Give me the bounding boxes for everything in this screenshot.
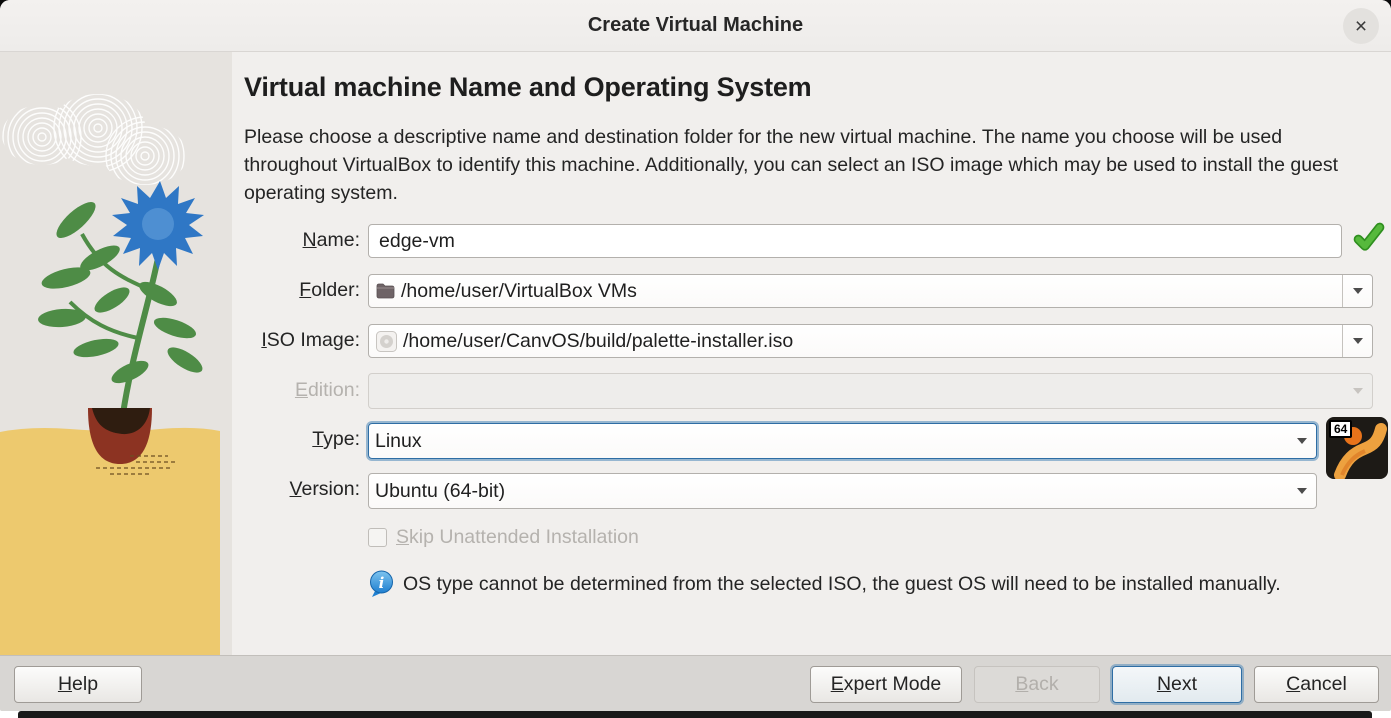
chevron-down-icon	[1297, 438, 1307, 444]
edition-label: Edition:	[240, 379, 360, 402]
info-message-row: i OS type cannot be determined from the …	[368, 570, 1318, 598]
version-value: Ubuntu (64-bit)	[369, 480, 1288, 503]
64bit-badge: 64	[1329, 420, 1352, 438]
folder-icon	[376, 283, 395, 299]
type-combobox[interactable]: Linux	[368, 423, 1317, 459]
type-label: Type:	[240, 428, 360, 451]
info-icon: i	[368, 570, 395, 598]
iso-dropdown-button[interactable]	[1342, 325, 1372, 357]
page-title: Virtual machine Name and Operating Syste…	[244, 72, 812, 103]
cancel-button[interactable]: Cancel	[1254, 666, 1379, 703]
folder-dropdown-button[interactable]	[1342, 275, 1372, 307]
back-button: Back	[974, 666, 1100, 703]
version-label: Version:	[240, 478, 360, 501]
folder-combobox[interactable]: /home/user/VirtualBox VMs	[368, 274, 1373, 308]
skip-unattended-label: Skip Unattended Installation	[396, 526, 639, 549]
chevron-down-icon	[1353, 288, 1363, 294]
iso-label: ISO Image:	[240, 329, 360, 352]
disc-icon	[376, 331, 397, 352]
backdrop-window-edge	[18, 711, 1372, 718]
iso-combobox[interactable]: /home/user/CanvOS/build/palette-installe…	[368, 324, 1373, 358]
close-button[interactable]: ×	[1343, 8, 1379, 44]
os-type-icon: 64	[1326, 417, 1388, 479]
plant-illustration	[0, 52, 232, 655]
skip-unattended-checkbox	[368, 528, 387, 547]
dialog-button-bar: Help Expert Mode Back Next Cancel	[0, 655, 1391, 711]
chevron-down-icon	[1353, 338, 1363, 344]
skip-unattended-row: Skip Unattended Installation	[368, 526, 639, 549]
title-bar: Create Virtual Machine ×	[0, 0, 1391, 52]
chevron-down-icon	[1297, 488, 1307, 494]
close-icon: ×	[1355, 16, 1367, 37]
type-dropdown-button[interactable]	[1288, 438, 1316, 444]
folder-label: Folder:	[240, 279, 360, 302]
help-button[interactable]: Help	[14, 666, 142, 703]
name-label: Name:	[240, 229, 360, 252]
folder-value: /home/user/VirtualBox VMs	[395, 280, 1342, 303]
wizard-page: Virtual machine Name and Operating Syste…	[233, 52, 1391, 655]
name-input[interactable]	[368, 224, 1342, 258]
chevron-down-icon	[1353, 388, 1363, 394]
type-value: Linux	[369, 430, 1288, 453]
svg-text:i: i	[379, 574, 385, 592]
page-description: Please choose a descriptive name and des…	[244, 123, 1379, 207]
info-message: OS type cannot be determined from the se…	[403, 570, 1318, 598]
valid-check-icon	[1353, 222, 1385, 254]
wizard-illustration-panel	[0, 52, 232, 655]
dialog-title: Create Virtual Machine	[0, 14, 1391, 37]
create-vm-dialog: Create Virtual Machine ×	[0, 0, 1391, 711]
expert-mode-button[interactable]: Expert Mode	[810, 666, 962, 703]
next-button[interactable]: Next	[1112, 666, 1242, 703]
iso-value: /home/user/CanvOS/build/palette-installe…	[397, 330, 1342, 353]
edition-combobox	[368, 373, 1373, 409]
version-dropdown-button[interactable]	[1288, 488, 1316, 494]
version-combobox[interactable]: Ubuntu (64-bit)	[368, 473, 1317, 509]
